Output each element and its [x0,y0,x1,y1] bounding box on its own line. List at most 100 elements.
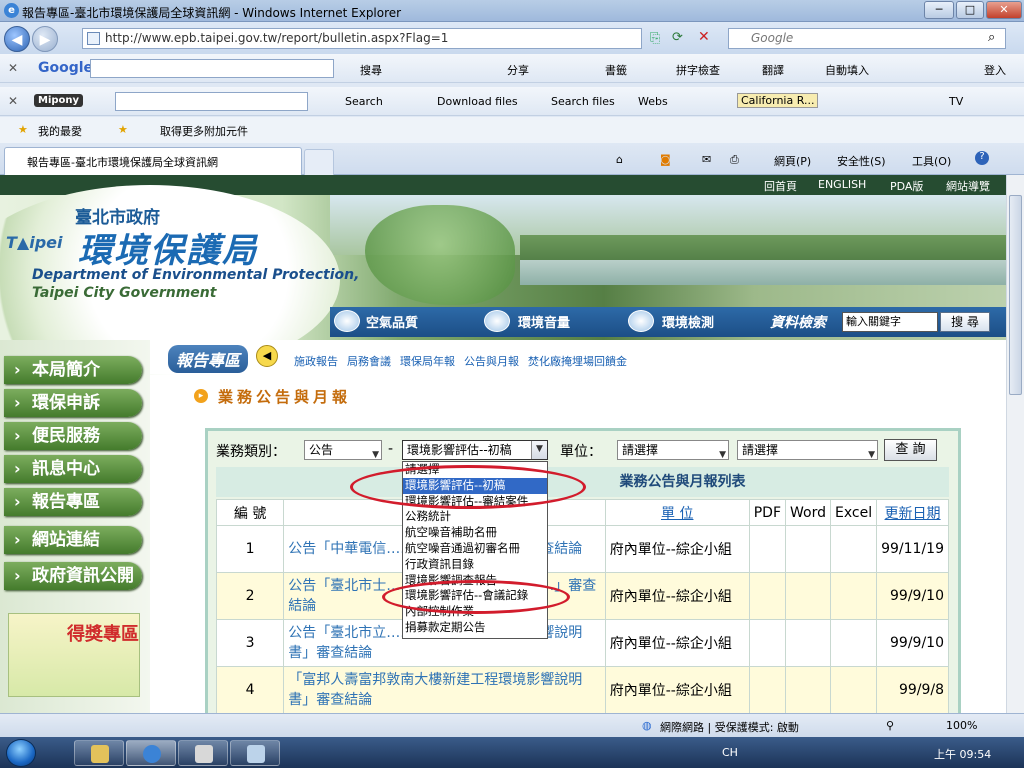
safety-menu[interactable]: 安全性(S) [837,153,886,169]
row-number: 1 [215,525,285,573]
category-select[interactable]: 公告 ▼ [304,440,382,460]
scrollbar-thumb[interactable] [1009,195,1022,395]
english-link[interactable]: ENGLISH [818,178,866,191]
zoom-level[interactable]: 100% [946,719,977,732]
col-date[interactable]: 更新日期 [876,499,949,526]
google-search-button[interactable]: 搜尋 [360,62,382,78]
bookmarks-button[interactable]: 書籤 [605,62,627,78]
unit-label: 單位： [560,444,602,460]
keyword-input[interactable]: 輸入關鍵字 [842,312,938,332]
back-button[interactable]: ◀ [4,26,30,52]
zoom-icon[interactable]: ⚲ [886,719,894,732]
link-meetings[interactable]: 局務會議 [347,353,391,369]
table-row: 3 公告「臺北市立……（整）建計畫環境影響說明書」審查結論 府內單位--綜企小組… [215,619,949,667]
tools-menu[interactable]: 工具(O) [912,153,951,169]
close-toolbar-icon[interactable]: ✕ [8,94,18,108]
menu-news[interactable]: 訊息中心 [4,455,142,483]
link-annual[interactable]: 環保局年報 [400,353,455,369]
speaker-icon[interactable]: ◀ [256,345,278,367]
menu-about[interactable]: 本局簡介 [4,356,142,384]
feeds-icon[interactable]: ◙ [660,153,671,166]
sitemap-link[interactable]: 網站導覽 [946,178,990,194]
forward-button[interactable]: ▶ [32,26,58,52]
refresh-icon[interactable]: ⟳ [672,30,683,45]
folder-icon [91,745,109,763]
col-date-link[interactable]: 更新日期 [885,506,941,522]
search-icon[interactable]: ⌕ [988,30,995,45]
unit-select-2[interactable]: 請選擇 ▼ [737,440,878,460]
dropdown-option[interactable]: 捐募款定期公告 [403,620,547,636]
col-unit-link[interactable]: 單 位 [661,506,693,522]
window-titlebar: e 報告專區-臺北市環境保護局全球資訊網 - Windows Internet … [0,0,1024,22]
subtype-select[interactable]: 環境影響評估--初稿 ▼ [402,440,548,460]
search-box[interactable]: Google [728,28,1006,49]
autofill-button[interactable]: 自動填入 [825,62,869,78]
menu-services[interactable]: 便民服務 [4,422,142,450]
minimize-button[interactable]: ─ [924,1,954,19]
row-title-link[interactable]: 「富邦人壽富邦敦南大樓新建工程環境影響說明書」審查結論 [283,666,606,713]
start-button[interactable] [6,739,36,767]
page-menu[interactable]: 網頁(P) [774,153,811,169]
query-button[interactable]: 查 詢 [884,439,937,461]
webs-button[interactable]: Webs [638,95,668,108]
tab-current[interactable]: 報告專區-臺北市環境保護局全球資訊網 [4,147,302,175]
unit-select-1[interactable]: 請選擇 ▼ [617,440,729,460]
noise-link[interactable]: 環境音量 [518,312,570,331]
favorites-button[interactable]: 我的最愛 [38,123,82,139]
addons-link[interactable]: 取得更多附加元件 [160,123,248,139]
vertical-scrollbar[interactable] [1006,175,1024,713]
mail-icon[interactable]: ✉ [702,153,711,166]
close-window-button[interactable]: ✕ [986,1,1022,19]
translate-button[interactable]: 翻譯 [762,62,784,78]
search-files-button[interactable]: Search files [551,95,615,108]
annotation-ellipse [350,465,586,509]
share-button[interactable]: 分享 [507,62,529,78]
system-clock[interactable]: 上午 09:54 [934,746,991,762]
award-banner[interactable]: 得獎專區 [8,613,140,697]
dropdown-option[interactable]: 行政資訊目錄 [403,557,547,573]
col-unit[interactable]: 單 位 [604,499,750,526]
dropdown-option[interactable]: 公務統計 [403,509,547,525]
taskbar-app[interactable] [178,740,228,766]
link-policy-report[interactable]: 施政報告 [294,353,338,369]
menu-links[interactable]: 網站連結 [4,526,142,554]
menu-reports[interactable]: 報告專區 [4,488,142,516]
taskbar-ie[interactable] [126,740,176,766]
dropdown-option[interactable]: 航空噪音通過初審名冊 [403,541,547,557]
close-toolbar-icon[interactable]: ✕ [8,61,18,75]
mipony-search-button[interactable]: Search [345,95,383,108]
menu-gov-info[interactable]: 政府資訊公開 [4,562,142,590]
keyword-search-button[interactable]: 搜 尋 [940,312,990,332]
compat-icon[interactable]: ⎘ [650,31,660,46]
stop-icon[interactable]: ✕ [698,29,710,45]
testing-link[interactable]: 環境檢測 [662,312,714,331]
pda-link[interactable]: PDA版 [890,178,923,194]
home-link[interactable]: 回首頁 [764,178,797,194]
home-icon[interactable]: ⌂ [616,153,623,166]
radio-station[interactable]: California R... [737,93,819,108]
address-bar[interactable]: http://www.epb.taipei.gov.tw/report/bull… [82,28,642,49]
download-files-button[interactable]: Download files [437,95,518,108]
google-search-input[interactable] [90,59,334,78]
app-icon [247,745,265,763]
maximize-button[interactable]: □ [956,1,984,19]
tv-button[interactable]: TV [949,95,963,108]
signin-button[interactable]: 登入 [984,62,1006,78]
address-url: http://www.epb.taipei.gov.tw/report/bull… [105,31,449,45]
link-feedback-fund[interactable]: 焚化廠掩埋場回饋金 [528,353,627,369]
mipony-search-input[interactable] [115,92,308,111]
new-tab-button[interactable] [304,149,334,175]
dropdown-option[interactable]: 航空噪音補助名冊 [403,525,547,541]
language-indicator[interactable]: CH [722,746,738,759]
menu-complaint[interactable]: 環保申訴 [4,389,142,417]
link-bulletin[interactable]: 公告與月報 [464,353,519,369]
add-favorite-icon[interactable]: ★ [118,123,128,136]
row-date: 99/9/10 [876,619,949,667]
air-quality-link[interactable]: 空氣品質 [366,312,418,331]
taskbar-app-2[interactable] [230,740,280,766]
spellcheck-button[interactable]: 拼字檢查 [676,62,720,78]
taskbar-explorer[interactable] [74,740,124,766]
print-icon[interactable]: ⎙ [730,153,739,167]
windows-taskbar: CH 上午 09:54 [0,737,1024,768]
help-icon[interactable]: ? [975,151,989,165]
